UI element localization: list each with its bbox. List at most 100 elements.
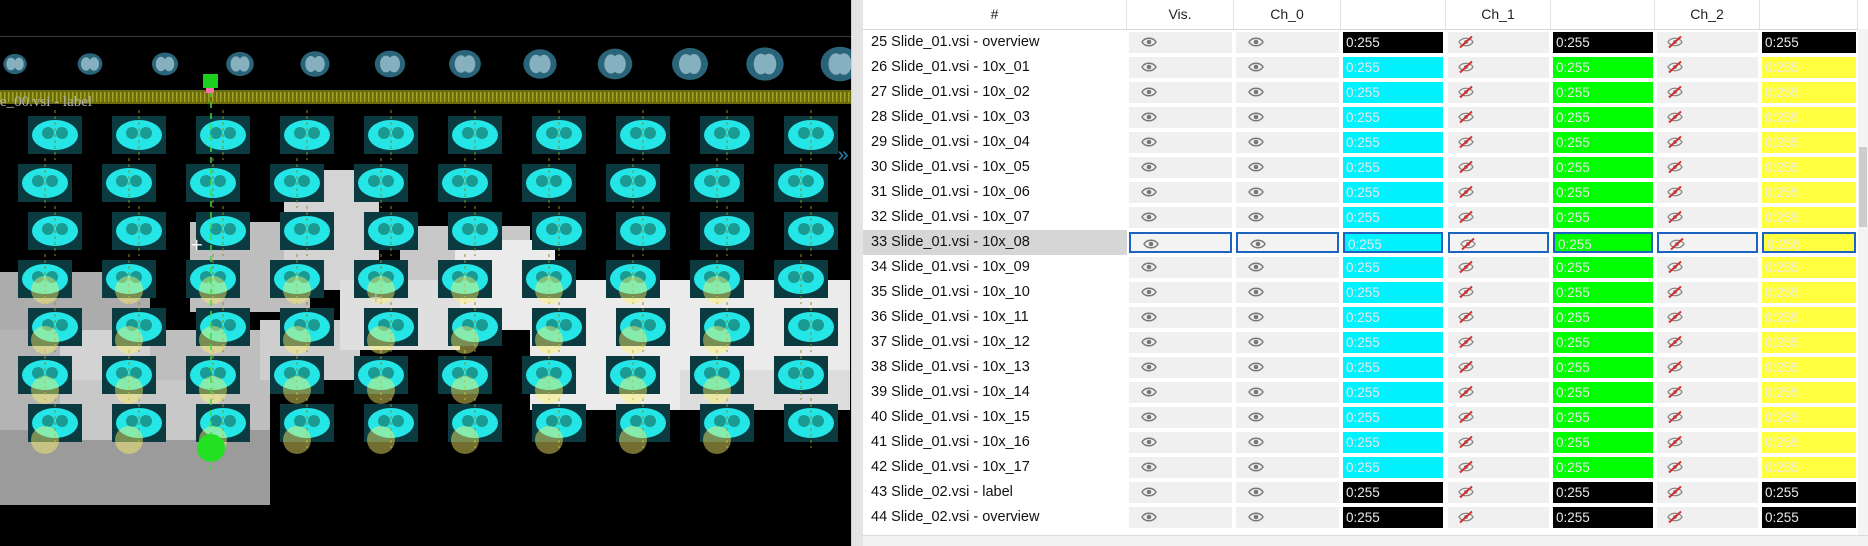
ch0-range[interactable]: 0:255: [1343, 182, 1443, 203]
ch2-visibility-toggle[interactable]: [1657, 207, 1758, 228]
table-row[interactable]: 34 Slide_01.vsi - 10x_09 0:255 0:255 0:255: [863, 255, 1868, 280]
ch1-visibility-toggle[interactable]: [1448, 282, 1549, 303]
ch1-visibility-toggle[interactable]: [1448, 132, 1549, 153]
ch2-visibility-toggle[interactable]: [1657, 182, 1758, 203]
ch2-visibility-toggle[interactable]: [1657, 407, 1758, 428]
ch0-range[interactable]: 0:255: [1343, 332, 1443, 353]
horizontal-scrollbar[interactable]: [863, 535, 1868, 546]
ch0-range[interactable]: 0:255: [1343, 457, 1443, 478]
ch0-visibility-toggle[interactable]: [1236, 407, 1339, 428]
slide-canvas[interactable]: + +: [0, 0, 851, 546]
ch0-range[interactable]: 0:255: [1343, 482, 1443, 503]
header-ch2[interactable]: Ch_2: [1655, 0, 1760, 29]
ch2-visibility-toggle[interactable]: [1657, 432, 1758, 453]
visibility-toggle[interactable]: [1129, 32, 1232, 53]
ch1-range[interactable]: 0:255: [1553, 207, 1653, 228]
row-label[interactable]: 29 Slide_01.vsi - 10x_04: [863, 130, 1127, 155]
ch0-range[interactable]: 0:255: [1343, 432, 1443, 453]
scroll-thumb[interactable]: [1859, 147, 1867, 227]
ch2-range[interactable]: 0:255: [1762, 57, 1856, 78]
ch2-visibility-toggle[interactable]: [1657, 32, 1758, 53]
table-row[interactable]: 44 Slide_02.vsi - overview 0:255 0:255 0:25…: [863, 505, 1868, 530]
ch2-visibility-toggle[interactable]: [1657, 282, 1758, 303]
visibility-toggle[interactable]: [1129, 332, 1232, 353]
ch0-visibility-toggle[interactable]: [1236, 332, 1339, 353]
ch2-range[interactable]: 0:255: [1762, 232, 1856, 253]
ch1-range[interactable]: 0:255: [1553, 182, 1653, 203]
panel-collapse-icon[interactable]: »: [836, 140, 850, 170]
row-label[interactable]: 32 Slide_01.vsi - 10x_07: [863, 205, 1127, 230]
visibility-toggle[interactable]: [1129, 482, 1232, 503]
ch0-visibility-toggle[interactable]: [1236, 157, 1339, 178]
ch2-range[interactable]: 0:255: [1762, 382, 1856, 403]
visibility-toggle[interactable]: [1129, 457, 1232, 478]
ch1-visibility-toggle[interactable]: [1448, 57, 1549, 78]
ch1-range[interactable]: 0:255: [1553, 282, 1653, 303]
visibility-toggle[interactable]: [1129, 207, 1232, 228]
ch0-visibility-toggle[interactable]: [1236, 357, 1339, 378]
ch0-visibility-toggle[interactable]: [1236, 207, 1339, 228]
ch1-visibility-toggle[interactable]: [1448, 107, 1549, 128]
ch0-visibility-toggle[interactable]: [1236, 107, 1339, 128]
row-label[interactable]: 26 Slide_01.vsi - 10x_01: [863, 55, 1127, 80]
row-label[interactable]: 28 Slide_01.vsi - 10x_03: [863, 105, 1127, 130]
ch2-range[interactable]: 0:255: [1762, 207, 1856, 228]
ch1-range[interactable]: 0:255: [1553, 257, 1653, 278]
vertical-scrollbar[interactable]: [1858, 29, 1868, 546]
table-row[interactable]: 28 Slide_01.vsi - 10x_03 0:255 0:255 0:255: [863, 105, 1868, 130]
ch1-visibility-toggle[interactable]: [1448, 482, 1549, 503]
table-row[interactable]: 25 Slide_01.vsi - overview 0:255 0:255 0:25…: [863, 30, 1868, 55]
ch1-range[interactable]: 0:255: [1553, 32, 1653, 53]
ch0-visibility-toggle[interactable]: [1236, 307, 1339, 328]
ch1-visibility-toggle[interactable]: [1448, 432, 1549, 453]
ch0-visibility-toggle[interactable]: [1236, 57, 1339, 78]
ch1-visibility-toggle[interactable]: [1448, 157, 1549, 178]
table-row[interactable]: 36 Slide_01.vsi - 10x_11 0:255 0:255 0:255: [863, 305, 1868, 330]
ch2-range[interactable]: 0:255: [1762, 107, 1856, 128]
row-label[interactable]: 38 Slide_01.vsi - 10x_13: [863, 355, 1127, 380]
ch1-range[interactable]: 0:255: [1553, 82, 1653, 103]
ch1-visibility-toggle[interactable]: [1448, 182, 1549, 203]
ch1-range[interactable]: 0:255: [1553, 157, 1653, 178]
ch0-visibility-toggle[interactable]: [1236, 457, 1339, 478]
ch1-range[interactable]: 0:255: [1553, 382, 1653, 403]
ch1-visibility-toggle[interactable]: [1448, 307, 1549, 328]
ch2-visibility-toggle[interactable]: [1657, 307, 1758, 328]
header-ch0[interactable]: Ch_0: [1234, 0, 1341, 29]
ch1-visibility-toggle[interactable]: [1448, 232, 1549, 253]
ch0-range[interactable]: 0:255: [1343, 257, 1443, 278]
ch2-visibility-toggle[interactable]: [1657, 82, 1758, 103]
table-row[interactable]: 35 Slide_01.vsi - 10x_10 0:255 0:255 0:255: [863, 280, 1868, 305]
ch0-range[interactable]: 0:255: [1343, 107, 1443, 128]
ch1-range[interactable]: 0:255: [1553, 432, 1653, 453]
visibility-toggle[interactable]: [1129, 307, 1232, 328]
ch2-visibility-toggle[interactable]: [1657, 457, 1758, 478]
row-label[interactable]: 40 Slide_01.vsi - 10x_15: [863, 405, 1127, 430]
row-label[interactable]: 41 Slide_01.vsi - 10x_16: [863, 430, 1127, 455]
visibility-toggle[interactable]: [1129, 107, 1232, 128]
ch1-visibility-toggle[interactable]: [1448, 207, 1549, 228]
row-label[interactable]: 33 Slide_01.vsi - 10x_08: [863, 230, 1127, 255]
visibility-toggle[interactable]: [1129, 357, 1232, 378]
ch1-visibility-toggle[interactable]: [1448, 407, 1549, 428]
ch2-range[interactable]: 0:255: [1762, 457, 1856, 478]
table-row[interactable]: 41 Slide_01.vsi - 10x_16 0:255 0:255 0:255: [863, 430, 1868, 455]
ch2-visibility-toggle[interactable]: [1657, 107, 1758, 128]
ch2-range[interactable]: 0:255: [1762, 332, 1856, 353]
table-row[interactable]: 26 Slide_01.vsi - 10x_01 0:255 0:255 0:255: [863, 55, 1868, 80]
row-label[interactable]: 36 Slide_01.vsi - 10x_11: [863, 305, 1127, 330]
row-label[interactable]: 42 Slide_01.vsi - 10x_17: [863, 455, 1127, 480]
ch2-range[interactable]: 0:255: [1762, 82, 1856, 103]
ch1-visibility-toggle[interactable]: [1448, 332, 1549, 353]
ch1-range[interactable]: 0:255: [1553, 357, 1653, 378]
ch2-range[interactable]: 0:255: [1762, 482, 1856, 503]
row-label[interactable]: 39 Slide_01.vsi - 10x_14: [863, 380, 1127, 405]
row-label[interactable]: 44 Slide_02.vsi - overview: [863, 505, 1127, 530]
header-ch0-range[interactable]: [1341, 0, 1446, 29]
ch1-range[interactable]: 0:255: [1553, 407, 1653, 428]
row-label[interactable]: 35 Slide_01.vsi - 10x_10: [863, 280, 1127, 305]
ch2-range[interactable]: 0:255: [1762, 282, 1856, 303]
ch2-range[interactable]: 0:255: [1762, 32, 1856, 53]
slide-viewer[interactable]: + + e_00.vsi - label »: [0, 0, 851, 546]
ch2-visibility-toggle[interactable]: [1657, 157, 1758, 178]
